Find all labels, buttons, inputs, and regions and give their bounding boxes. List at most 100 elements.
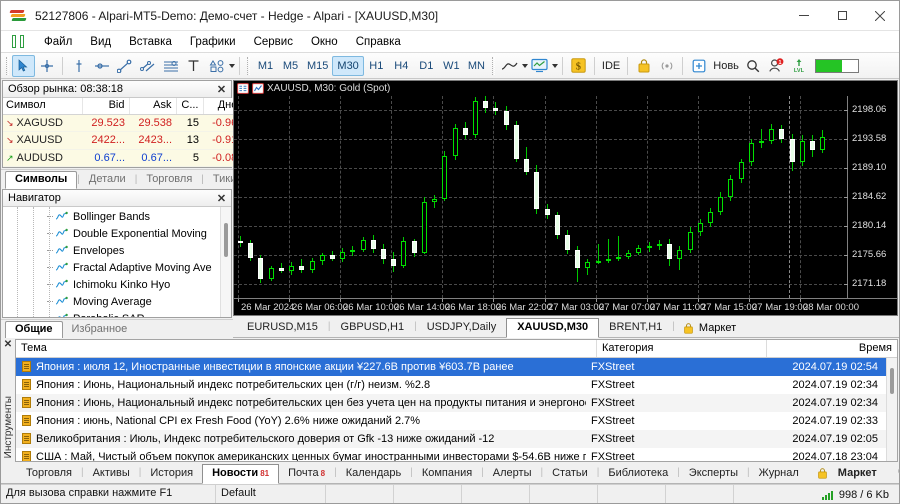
tab-history[interactable]: История [141,464,202,483]
tab-library[interactable]: Библиотека [599,464,677,483]
tab-eurusd-m15[interactable]: EURUSD,M15 [237,318,328,337]
tab-signals[interactable]: Сигналы [886,463,900,483]
toolbar-grip[interactable] [6,56,9,75]
terminal-close-icon[interactable]: ✕ [4,339,12,350]
template-icon[interactable] [528,55,551,77]
menu-charts[interactable]: Графики [181,33,245,51]
line-chart-icon[interactable] [498,55,521,77]
toolbar-grip-3[interactable] [491,56,495,75]
navigator-close-icon[interactable]: ✕ [215,192,228,205]
tab-details[interactable]: Детали [80,171,135,188]
profile-icon[interactable]: 1 [765,55,788,77]
news-scrollbar[interactable] [886,357,897,461]
shapes-dropdown-icon[interactable] [229,63,235,68]
timeframe-m30[interactable]: M30 [332,55,364,76]
signals-icon[interactable] [655,55,678,77]
tab-experts[interactable]: Эксперты [680,464,747,483]
lvl-icon[interactable]: LVL [788,55,811,77]
tab-symbols[interactable]: Символы [5,171,78,189]
price-axis[interactable]: 2198.06 2193.58 2189.10 2184.62 2180.14 2175.… [844,96,897,298]
tab-exposure[interactable]: Активы [84,464,139,483]
data-window-icon[interactable] [237,83,249,94]
timeframe-m1[interactable]: M1 [253,56,278,76]
column-topic[interactable]: Тема [16,339,597,357]
column-category[interactable]: Категория [597,339,767,357]
table-row[interactable]: ↘ XAGUSD 29.523 29.538 15 -0.96% [3,114,251,132]
tab-articles[interactable]: Статьи [543,464,597,483]
vertical-line-icon[interactable] [67,55,90,77]
tab-xauusd-m30[interactable]: XAUUSD,M30 [506,318,600,338]
menu-tools[interactable]: Сервис [245,33,302,51]
tab-common[interactable]: Общие [5,320,63,339]
crosshair-icon[interactable] [35,55,58,77]
tab-gbpusd-h1[interactable]: GBPUSD,H1 [331,318,415,337]
close-button[interactable] [861,1,899,31]
column-symbol[interactable]: Символ [3,98,83,115]
navigator-item-fractal-adaptive-moving-average[interactable]: Fractal Adaptive Moving Ave [3,259,220,276]
template-dropdown-icon[interactable] [551,63,558,68]
time-axis[interactable]: 26 Mar 2024 26 Mar 06:00 26 Mar 10:00 26 Ma… [234,298,897,315]
chart-plot-area[interactable] [234,96,847,298]
table-row[interactable]: Япония : Июнь, Национальный индекс потре… [16,376,886,394]
fibonacci-icon[interactable] [159,55,182,77]
menu-file[interactable]: Файл [35,33,81,51]
new-order-label[interactable]: Новь [710,60,742,72]
menu-help[interactable]: Справка [347,33,410,51]
equidistant-channel-icon[interactable] [136,55,159,77]
cursor-icon[interactable] [12,54,35,77]
table-row[interactable]: ↗ AUDUSD 0.67... 0.67... 5 -0.08% [3,149,251,167]
timeframe-mn[interactable]: MN [464,56,489,76]
tab-market-bottom[interactable]: Маркет [808,464,886,483]
tab-company[interactable]: Компания [413,464,481,483]
navigator-item-moving-average[interactable]: Moving Average [3,293,220,310]
maximize-button[interactable] [823,1,861,31]
navigator-item-bollinger-bands[interactable]: Bollinger Bands [3,208,220,225]
menu-window[interactable]: Окно [302,33,347,51]
navigator-item-double-exponential-moving[interactable]: Double Exponential Moving [3,225,220,242]
shapes-icon[interactable] [205,55,228,77]
timeframe-m15[interactable]: M15 [303,56,332,76]
new-order-icon[interactable] [687,55,710,77]
status-profile[interactable]: Default [216,485,326,503]
timeframe-h1[interactable]: H1 [364,56,389,76]
tab-journal[interactable]: Журнал [750,464,808,483]
tab-alerts[interactable]: Алерты [484,464,541,483]
toolbar-grip-2[interactable] [247,56,250,75]
menu-view[interactable]: Вид [81,33,120,51]
table-row[interactable]: Великобритания : Июль, Индекс потребител… [16,429,886,448]
timeframe-w1[interactable]: W1 [439,56,464,76]
minimize-button[interactable] [785,1,823,31]
tab-brent-h1[interactable]: BRENT,H1 [599,318,672,337]
timeframe-m5[interactable]: M5 [278,56,303,76]
column-spread[interactable]: С... [176,98,204,115]
bag-icon[interactable] [632,55,655,77]
tab-usdjpy-daily[interactable]: USDJPY,Daily [417,318,507,337]
column-bid[interactable]: Bid [82,98,130,115]
tab-favorites[interactable]: Избранное [63,321,137,338]
table-row[interactable]: Япония : Июнь, Национальный индекс потре… [16,393,886,412]
timeframe-h4[interactable]: H4 [389,56,414,76]
timeframe-d1[interactable]: D1 [414,56,439,76]
indicator-icon[interactable] [252,83,264,94]
text-icon[interactable] [182,55,205,77]
tab-trading[interactable]: Торговля [137,171,201,188]
tab-mailbox[interactable]: Почта 8 [279,464,334,483]
tab-market[interactable]: Маркет [675,319,744,337]
market-watch-close-icon[interactable]: ✕ [215,83,228,96]
column-time[interactable]: Время [767,340,897,357]
tab-news[interactable]: Новости 81 [202,464,280,484]
navigator-item-ichimoku-kinko-hyo[interactable]: Ichimoku Kinko Hyo [3,276,220,293]
dollar-icon[interactable]: $ [567,55,590,77]
trendline-icon[interactable] [113,55,136,77]
ide-button[interactable]: IDE [599,60,623,72]
navigator-item-parabolic-sar[interactable]: Parabolic SAR [3,310,220,317]
horizontal-line-icon[interactable] [90,55,113,77]
table-row[interactable]: Япония : июнь, National CPI ex Fresh Foo… [16,412,886,430]
tab-trade[interactable]: Торговля [17,464,81,483]
search-icon[interactable] [742,55,765,77]
column-ask[interactable]: Ask [129,98,177,115]
table-row[interactable]: США : Май, Чистый объем покупок американ… [16,448,886,461]
table-row[interactable]: ↘ XAUUSD 2422... 2423... 13 -0.91% [3,131,251,150]
navigator-scrollbar[interactable] [220,207,231,317]
table-row[interactable]: Япония : июля 12, Иностранные инвестиции… [16,357,886,376]
